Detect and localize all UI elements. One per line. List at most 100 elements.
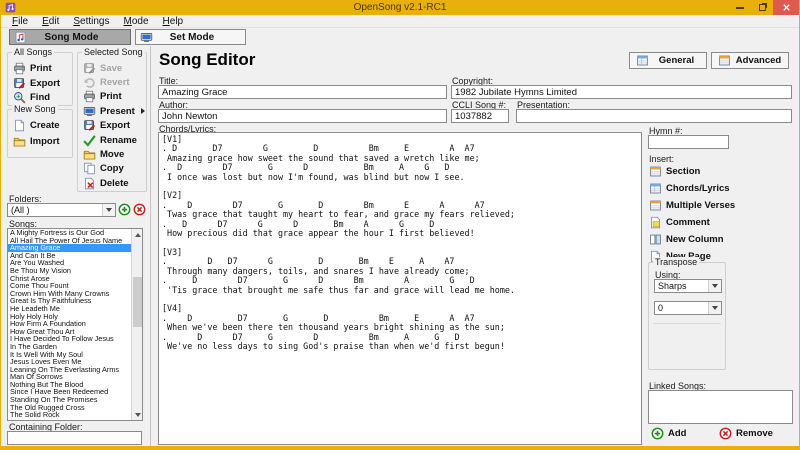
menu-mode[interactable]: Mode xyxy=(117,16,156,27)
linked-add-button[interactable]: Add xyxy=(651,427,686,440)
amount-value: 0 xyxy=(655,302,708,314)
all-songs-find-button[interactable]: Find xyxy=(13,90,72,105)
find-icon xyxy=(13,91,26,104)
selected-save-button[interactable]: Save xyxy=(83,61,146,75)
button-label: Create xyxy=(30,120,60,131)
chords-lyrics-editor[interactable]: [V1] . D D7 G D Bm E A A7 Amazing grace … xyxy=(158,132,642,445)
move-icon xyxy=(83,148,96,161)
selected-song-group: Selected Song Save Revert Print Present xyxy=(77,52,147,192)
submenu-arrow-icon xyxy=(141,108,145,114)
all-songs-title: All Songs xyxy=(12,47,54,57)
scroll-thumb[interactable] xyxy=(133,277,142,327)
button-label: Move xyxy=(100,149,124,160)
button-label: Delete xyxy=(100,178,129,189)
mode-row: Song Mode Set Mode xyxy=(1,28,799,48)
chords-lyrics-textarea[interactable]: [V1] . D D7 G D Bm E A A7 Amazing grace … xyxy=(159,133,641,444)
transpose-title: Transpose xyxy=(653,257,699,267)
selected-export-button[interactable]: Export xyxy=(83,119,146,133)
new-song-create-button[interactable]: Create xyxy=(13,118,72,134)
export-icon xyxy=(13,77,26,90)
revert-icon xyxy=(83,76,96,89)
song-mode-tab[interactable]: Song Mode xyxy=(9,29,131,45)
selected-copy-button[interactable]: Copy xyxy=(83,162,146,176)
chords-lyrics-icon xyxy=(649,182,662,195)
window-controls xyxy=(729,0,799,15)
all-songs-group: All Songs Print Export Find xyxy=(7,52,73,106)
containing-folder-input[interactable] xyxy=(7,431,142,445)
song-list-item[interactable]: The Solid Rock xyxy=(8,411,142,419)
ccli-input[interactable] xyxy=(451,109,509,123)
close-button[interactable] xyxy=(773,0,799,15)
minimize-button[interactable] xyxy=(729,0,751,15)
song-mode-icon xyxy=(14,31,27,44)
selected-revert-button[interactable]: Revert xyxy=(83,75,146,89)
advanced-icon xyxy=(718,54,731,67)
copy-icon xyxy=(83,162,96,175)
songs-list: A Mighty Fortress is Our God All Hail Th… xyxy=(7,228,143,421)
button-label: Revert xyxy=(100,77,130,88)
chevron-down-icon xyxy=(708,280,721,292)
selected-rename-button[interactable]: Rename xyxy=(83,133,146,147)
new-song-import-button[interactable]: Import xyxy=(13,134,72,150)
menu-help[interactable]: Help xyxy=(156,16,191,27)
insert-section-button[interactable]: Section xyxy=(649,163,735,180)
menu-edit[interactable]: Edit xyxy=(35,16,66,27)
insert-multiple-verses-button[interactable]: Multiple Verses xyxy=(649,197,735,214)
transpose-group: Transpose Using: Sharps 0 xyxy=(648,262,726,370)
button-label: Multiple Verses xyxy=(666,200,735,211)
button-label: Save xyxy=(100,63,122,74)
all-songs-print-button[interactable]: Print xyxy=(13,61,72,76)
chevron-down-icon xyxy=(708,302,721,314)
menubar: File Edit Settings Mode Help xyxy=(1,15,799,28)
button-label: Add xyxy=(668,428,686,439)
folders-dropdown[interactable]: (All ) xyxy=(7,203,116,217)
button-label: New Column xyxy=(666,234,724,245)
maximize-button[interactable] xyxy=(751,0,773,15)
add-folder-button[interactable] xyxy=(118,203,131,216)
general-button[interactable]: General xyxy=(629,52,707,69)
selected-move-button[interactable]: Move xyxy=(83,147,146,161)
menu-file[interactable]: File xyxy=(5,16,35,27)
maximize-icon xyxy=(759,4,766,11)
author-input[interactable] xyxy=(158,109,447,123)
button-label: Present xyxy=(100,106,135,117)
import-icon xyxy=(13,135,26,148)
advanced-button[interactable]: Advanced xyxy=(711,52,789,69)
create-icon xyxy=(13,119,26,132)
close-icon xyxy=(781,2,792,13)
delete-folder-button[interactable] xyxy=(133,203,146,216)
scroll-down-icon[interactable] xyxy=(132,409,143,420)
linked-songs-list[interactable] xyxy=(648,390,793,424)
delete-icon xyxy=(83,177,96,190)
songs-scrollbar[interactable] xyxy=(131,229,142,420)
window-bottom-border xyxy=(1,446,799,450)
present-icon xyxy=(83,105,96,118)
menu-settings[interactable]: Settings xyxy=(66,16,116,27)
save-icon xyxy=(83,62,96,75)
linked-remove-button[interactable]: Remove xyxy=(719,427,773,440)
copyright-input[interactable] xyxy=(451,85,792,99)
page-title: Song Editor xyxy=(159,50,255,70)
all-songs-export-button[interactable]: Export xyxy=(13,76,72,91)
set-mode-tab[interactable]: Set Mode xyxy=(135,29,246,45)
export-icon xyxy=(83,119,96,132)
button-label: Print xyxy=(100,91,122,102)
button-label: Rename xyxy=(100,135,137,146)
transpose-using-dropdown[interactable]: Sharps xyxy=(654,279,722,293)
rename-icon xyxy=(83,134,96,147)
minimize-icon xyxy=(736,7,744,9)
titlebar: OpenSong v2.1-RC1 xyxy=(1,0,799,15)
presentation-input[interactable] xyxy=(516,109,792,123)
insert-comment-button[interactable]: Comment xyxy=(649,214,735,231)
hymn-number-input[interactable] xyxy=(648,135,729,149)
button-label: Remove xyxy=(736,428,773,439)
title-input[interactable] xyxy=(158,85,447,99)
set-mode-icon xyxy=(140,31,153,44)
selected-present-button[interactable]: Present xyxy=(83,104,146,118)
transpose-amount-dropdown[interactable]: 0 xyxy=(654,301,722,315)
scroll-up-icon[interactable] xyxy=(132,229,143,240)
selected-print-button[interactable]: Print xyxy=(83,90,146,104)
selected-delete-button[interactable]: Delete xyxy=(83,176,146,190)
insert-new-column-button[interactable]: New Column xyxy=(649,231,735,248)
insert-chords-lyrics-button[interactable]: Chords/Lyrics xyxy=(649,180,735,197)
